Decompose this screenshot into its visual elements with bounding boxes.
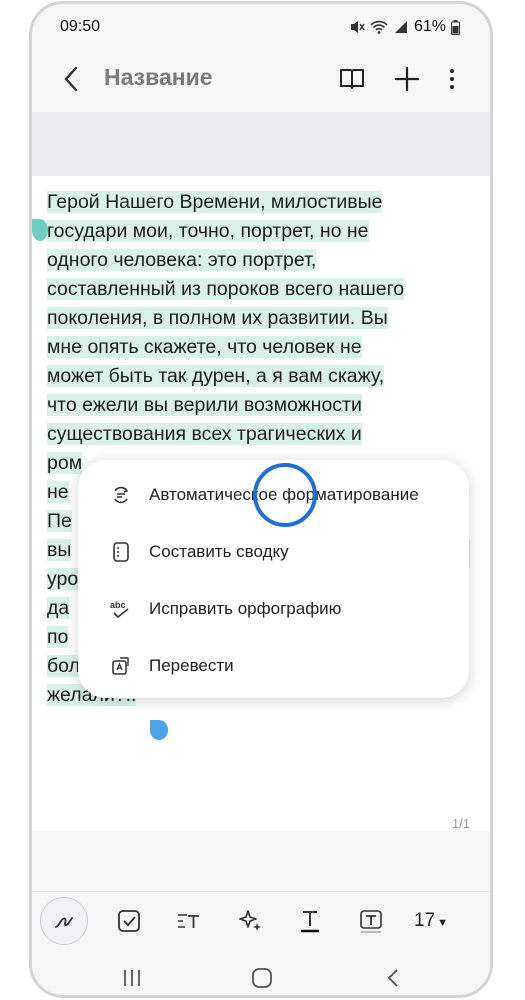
- text-line: что ежели вы верили возможности: [47, 394, 362, 416]
- editing-toolbar: 17 ▼: [32, 891, 490, 950]
- menu-item-label: Исправить орфографию: [149, 598, 342, 618]
- text-line: государи мои, точно, портрет, но не: [47, 220, 369, 242]
- system-navigation-bar: [32, 949, 490, 995]
- text-line: Пе: [47, 510, 72, 532]
- touch-indicator: [253, 463, 317, 527]
- auto-format-icon: [114, 486, 129, 503]
- book-icon[interactable]: [337, 64, 367, 94]
- battery-icon: [451, 19, 460, 35]
- recent-apps-icon[interactable]: [120, 967, 144, 989]
- back-nav-icon[interactable]: [382, 967, 406, 989]
- home-icon[interactable]: [250, 967, 274, 989]
- more-options-icon[interactable]: [437, 64, 467, 94]
- text-line: ром: [47, 452, 83, 474]
- svg-text:abc: abc: [110, 600, 126, 610]
- text-line: да: [47, 597, 70, 619]
- menu-item-translate[interactable]: Перевести: [78, 637, 469, 694]
- wifi-icon: [370, 20, 388, 34]
- phone-frame: 09:50 61% Название Герой Нашего Времени,…: [29, 1, 493, 998]
- add-icon[interactable]: [392, 64, 422, 94]
- dropdown-arrow-icon: ▼: [437, 917, 449, 929]
- text-line: не: [47, 481, 69, 503]
- title-bar: Название: [32, 50, 490, 112]
- checkbox-icon[interactable]: [116, 908, 142, 934]
- text-line: поколения, в полном их развитии. Вы: [47, 307, 388, 329]
- font-size-selector[interactable]: 17 ▼: [414, 910, 448, 932]
- font-size-value: 17: [414, 910, 436, 931]
- note-header-band: [32, 112, 490, 176]
- text-line: вы: [47, 539, 72, 561]
- text-line: Герой Нашего Времени, милостивые: [47, 191, 383, 213]
- menu-item-label: Составить сводку: [149, 541, 289, 561]
- status-icons: 61%: [349, 18, 460, 36]
- text-line: бол: [47, 655, 80, 677]
- status-time: 09:50: [60, 18, 101, 35]
- selection-start-handle[interactable]: [32, 219, 48, 241]
- text-style-icon[interactable]: [176, 908, 202, 934]
- text-line: уро: [47, 568, 79, 590]
- battery-percent: 61%: [413, 18, 446, 35]
- menu-item-summary[interactable]: Составить сводку: [78, 523, 469, 580]
- menu-item-spellcheck[interactable]: abc Исправить орфографию: [78, 580, 469, 637]
- text-line: составленный из пороков всего нашего: [47, 278, 405, 300]
- signal-icon: [394, 21, 407, 33]
- spellcheck-icon: abc: [110, 600, 129, 618]
- summary-icon: [113, 541, 129, 562]
- text-highlight-icon[interactable]: [358, 908, 384, 934]
- mute-icon: [350, 21, 365, 33]
- text-line: одного человека: это портрет,: [47, 249, 317, 271]
- translate-icon: [112, 656, 129, 675]
- text-color-icon[interactable]: [297, 908, 323, 934]
- status-bar: 09:50 61%: [32, 4, 490, 50]
- pen-icon: [55, 917, 73, 928]
- note-title[interactable]: Название: [104, 64, 213, 91]
- page-number: 1/1: [451, 816, 470, 831]
- text-line: существования всех трагических и: [47, 423, 362, 445]
- pen-mode-button[interactable]: [40, 897, 88, 945]
- text-line: по: [47, 626, 69, 648]
- selection-end-handle[interactable]: [150, 720, 168, 740]
- ai-sparkle-icon[interactable]: [237, 908, 263, 934]
- menu-item-label: Перевести: [149, 655, 234, 675]
- text-line: мне опять скажете, что человек не: [47, 336, 362, 358]
- back-arrow-icon[interactable]: [58, 64, 84, 94]
- text-line: может быть так дурен, а я вам скажу,: [47, 365, 385, 387]
